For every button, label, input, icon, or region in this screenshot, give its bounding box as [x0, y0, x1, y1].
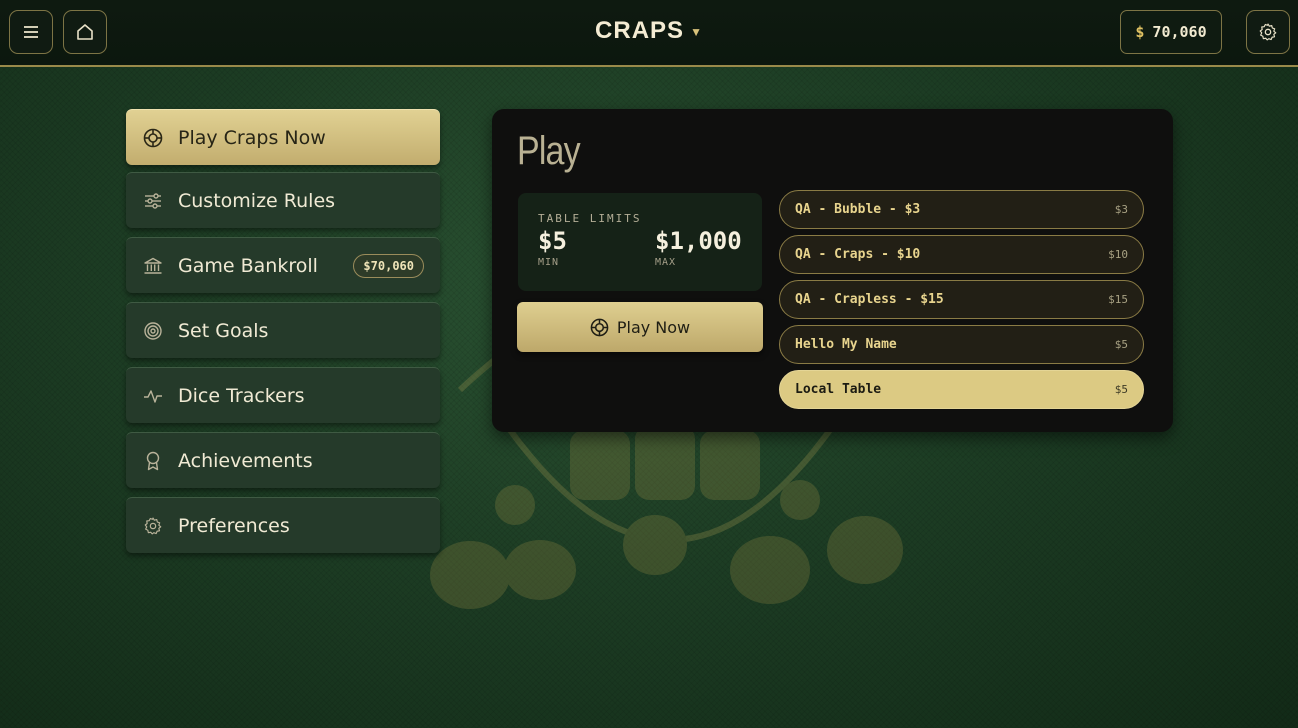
balance-display: $ 70,060: [1120, 10, 1222, 54]
gear-icon: [142, 515, 164, 537]
sidebar-item-customize-rules[interactable]: Customize Rules: [126, 172, 440, 228]
sidebar-item-play-craps-now[interactable]: Play Craps Now: [126, 109, 440, 165]
balance-value: 70,060: [1152, 23, 1207, 41]
poker-chip-icon: [590, 318, 609, 337]
sidebar-item-dice-trackers[interactable]: Dice Trackers: [126, 367, 440, 423]
table-min: $10: [1108, 248, 1128, 261]
sidebar-item-preferences[interactable]: Preferences: [126, 497, 440, 553]
table-name: QA - Crapless - $15: [795, 292, 944, 307]
table-limits-card: TABLE LIMITS $5 MIN $1,000 MAX: [518, 193, 762, 291]
table-name: QA - Craps - $10: [795, 247, 921, 262]
table-option-selected[interactable]: Local Table $5: [779, 370, 1144, 409]
chevron-down-icon: ▼: [690, 24, 703, 39]
bank-icon: [142, 255, 164, 277]
sliders-icon: [142, 190, 164, 212]
poker-chip-icon: [142, 127, 164, 149]
max-limit-label: MAX: [655, 257, 677, 268]
play-now-button[interactable]: Play Now: [517, 302, 763, 352]
sidebar-item-label: Achievements: [178, 449, 313, 472]
table-min: $3: [1114, 203, 1128, 216]
sidebar-item-label: Customize Rules: [178, 189, 336, 212]
sidebar-item-set-goals[interactable]: Set Goals: [126, 302, 440, 358]
table-min: $15: [1108, 293, 1128, 306]
settings-button[interactable]: [1246, 10, 1290, 54]
sidebar-item-label: Preferences: [178, 514, 290, 537]
table-option[interactable]: QA - Bubble - $3 $3: [779, 190, 1144, 229]
table-min: $5: [1114, 383, 1128, 396]
table-option[interactable]: Hello My Name $5: [779, 325, 1144, 364]
table-limits-label: TABLE LIMITS: [538, 212, 642, 225]
min-limit-value: $5: [538, 227, 567, 255]
table-min: $5: [1114, 338, 1128, 351]
sidebar-item-label: Game Bankroll: [178, 254, 318, 277]
max-limit-value: $1,000: [655, 227, 742, 255]
sidebar-item-label: Dice Trackers: [178, 384, 305, 407]
min-limit-label: MIN: [538, 257, 560, 268]
award-icon: [142, 450, 164, 472]
table-name: Local Table: [795, 382, 882, 397]
sidebar-item-game-bankroll[interactable]: Game Bankroll $70,060: [126, 237, 440, 293]
game-title-label: CRAPS: [595, 17, 685, 44]
game-title[interactable]: CRAPS ▼: [0, 17, 1298, 45]
panel-title: Play: [517, 129, 581, 173]
sidebar-item-label: Play Craps Now: [178, 126, 326, 149]
target-icon: [142, 320, 164, 342]
currency-symbol: $: [1135, 23, 1145, 41]
table-option[interactable]: QA - Craps - $10 $10: [779, 235, 1144, 274]
table-name: QA - Bubble - $3: [795, 202, 921, 217]
play-panel: Play TABLE LIMITS $5 MIN $1,000 MAX Play…: [492, 109, 1173, 432]
table-option[interactable]: QA - Crapless - $15 $15: [779, 280, 1144, 319]
play-now-label: Play Now: [616, 317, 691, 337]
bankroll-badge: $70,060: [353, 254, 424, 278]
table-name: Hello My Name: [795, 337, 897, 352]
gear-icon: [1259, 23, 1277, 41]
top-bar: CRAPS ▼ $ 70,060: [0, 0, 1298, 67]
pulse-icon: [142, 385, 164, 407]
sidebar-item-label: Set Goals: [178, 319, 269, 342]
sidebar-item-achievements[interactable]: Achievements: [126, 432, 440, 488]
